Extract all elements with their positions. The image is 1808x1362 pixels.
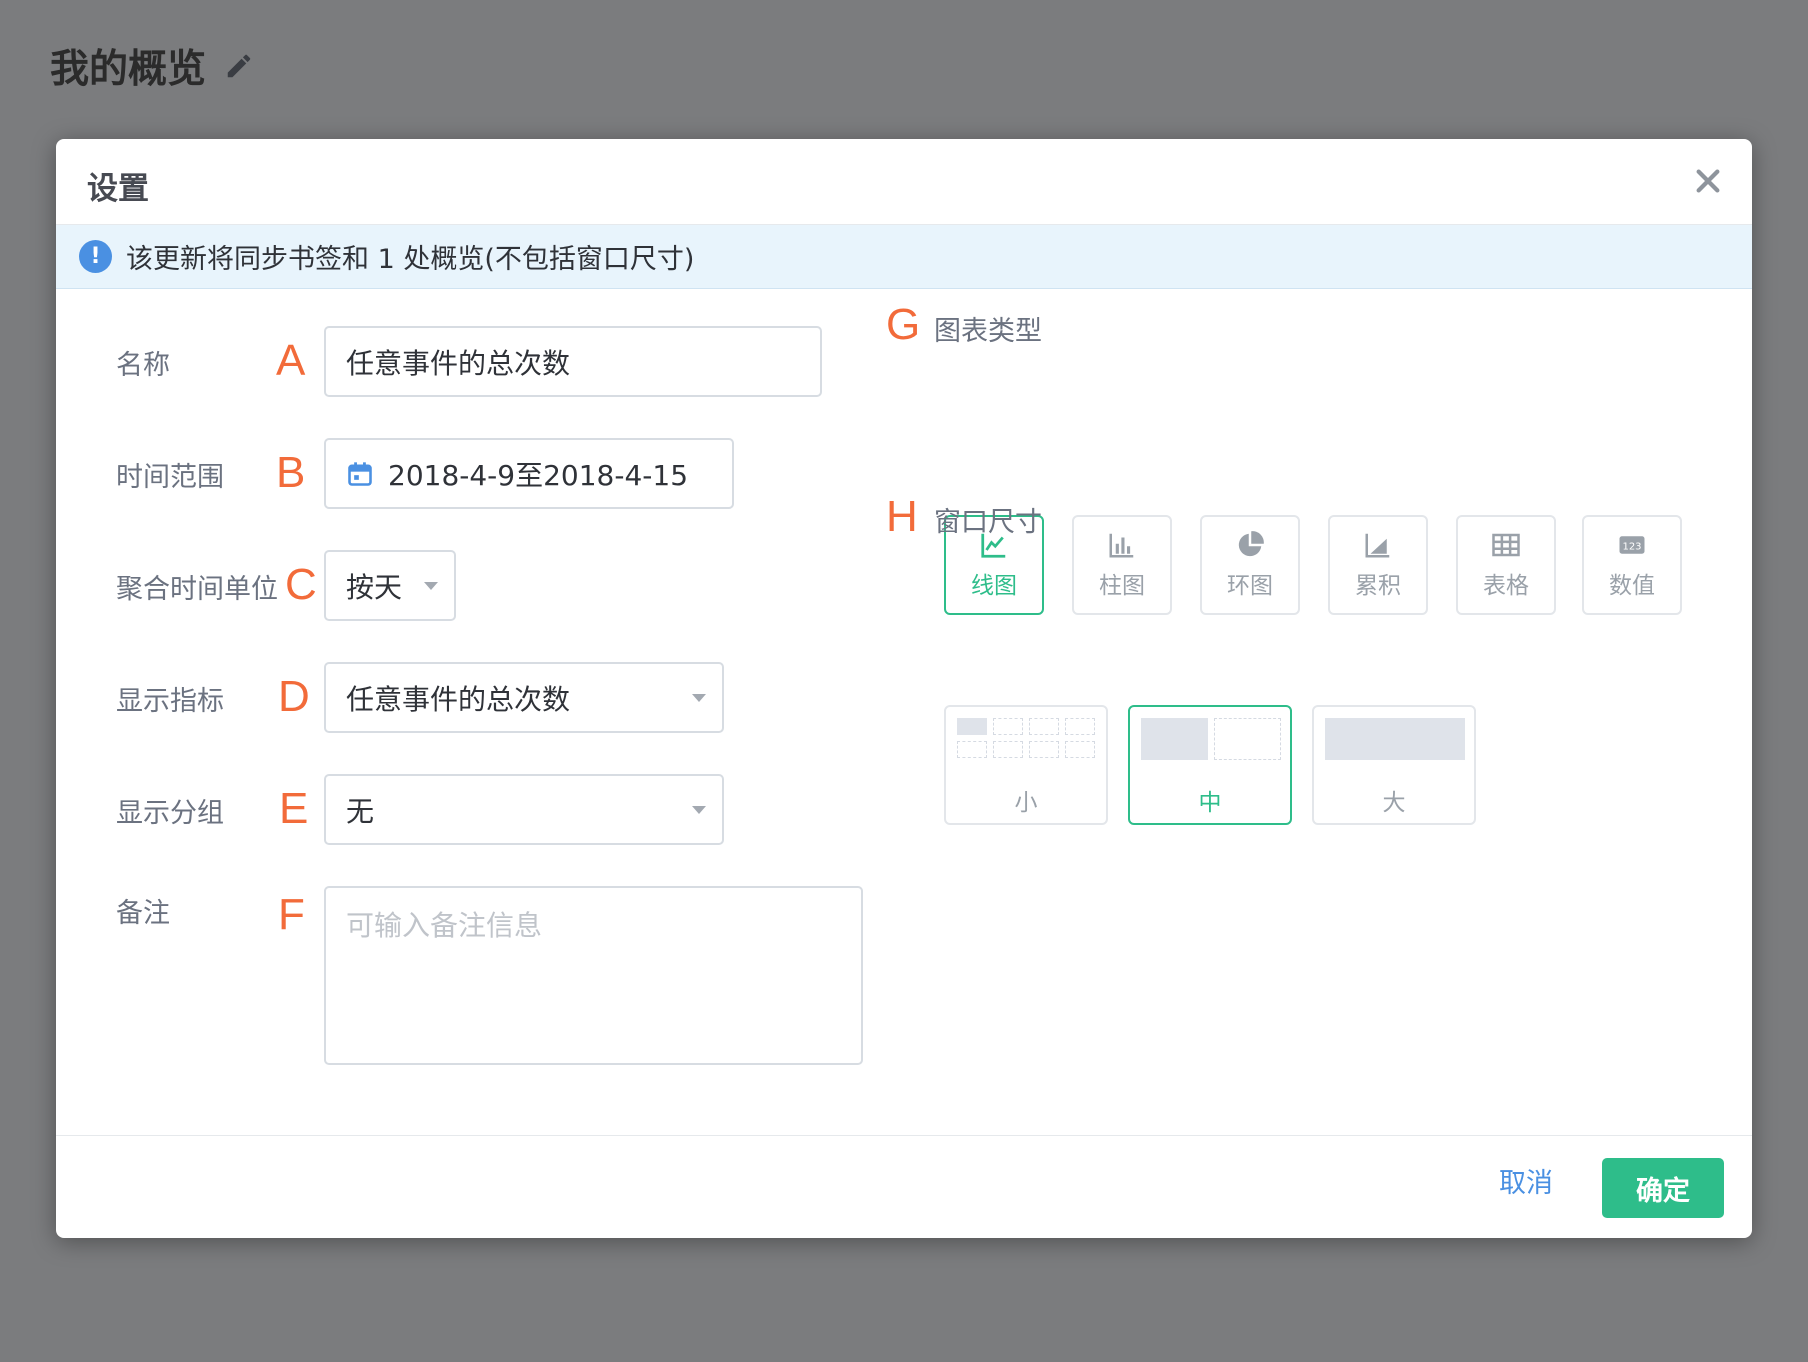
metric-select[interactable]: 任意事件的总次数 bbox=[324, 662, 724, 733]
area-chart-icon bbox=[1365, 533, 1390, 558]
bar-chart-icon bbox=[1109, 533, 1134, 558]
chart-type-label-number: 数值 bbox=[1609, 573, 1655, 599]
window-size-label-large: 大 bbox=[1382, 790, 1406, 816]
close-icon[interactable] bbox=[1692, 165, 1724, 197]
chart-type-label-bar: 柱图 bbox=[1099, 573, 1145, 599]
time-range-value: 2018-4-9至2018-4-15 bbox=[388, 458, 689, 492]
window-size-large[interactable]: 大 bbox=[1312, 705, 1476, 825]
marker-d: D bbox=[278, 672, 310, 721]
ok-button[interactable]: 确定 bbox=[1602, 1158, 1724, 1218]
info-icon: ! bbox=[79, 240, 112, 273]
marker-e: E bbox=[279, 784, 309, 833]
chart-type-label-table: 表格 bbox=[1483, 573, 1529, 599]
agg-unit-select[interactable]: 按天 bbox=[324, 550, 456, 621]
chevron-down-icon bbox=[692, 805, 706, 814]
marker-a: A bbox=[276, 336, 306, 385]
window-size-medium[interactable]: 中 bbox=[1128, 705, 1292, 825]
marker-h: H bbox=[886, 492, 918, 541]
marker-c: C bbox=[285, 560, 317, 609]
notice-text: 该更新将同步书签和 1 处概览(不包括窗口尺寸) bbox=[126, 244, 695, 275]
svg-text:123: 123 bbox=[1622, 541, 1641, 552]
chart-type-label: 图表类型 bbox=[934, 316, 1042, 347]
chart-type-label-area: 累积 bbox=[1355, 573, 1401, 599]
time-range-picker[interactable]: 2018-4-9至2018-4-15 bbox=[324, 438, 734, 509]
group-select[interactable]: 无 bbox=[324, 774, 724, 845]
marker-g: G bbox=[886, 300, 921, 349]
settings-modal: 设置 ! 该更新将同步书签和 1 处概览(不包括窗口尺寸) 名称 A 任意事件的… bbox=[56, 139, 1752, 1238]
chevron-down-icon bbox=[692, 693, 706, 702]
metric-label: 显示指标 bbox=[116, 686, 224, 717]
time-range-label: 时间范围 bbox=[116, 462, 224, 493]
chart-type-number[interactable]: 123 数值 bbox=[1582, 515, 1682, 615]
modal-footer-divider bbox=[56, 1135, 1752, 1136]
chart-type-bar[interactable]: 柱图 bbox=[1072, 515, 1172, 615]
note-label: 备注 bbox=[116, 898, 170, 929]
chart-type-pie[interactable]: 环图 bbox=[1200, 515, 1300, 615]
modal-title: 设置 bbox=[87, 171, 149, 207]
sync-notice: ! 该更新将同步书签和 1 处概览(不包括窗口尺寸) bbox=[56, 225, 1752, 289]
page-title: 我的概览 bbox=[50, 38, 254, 94]
page-title-text: 我的概览 bbox=[50, 47, 207, 92]
name-label: 名称 bbox=[116, 350, 170, 381]
calendar-icon bbox=[348, 461, 372, 486]
note-textarea[interactable]: 可输入备注信息 bbox=[324, 886, 863, 1065]
marker-b: B bbox=[276, 448, 306, 497]
chart-type-label-line: 线图 bbox=[971, 573, 1017, 599]
agg-unit-label: 聚合时间单位 bbox=[116, 574, 278, 605]
name-input[interactable]: 任意事件的总次数 bbox=[324, 326, 822, 397]
marker-f: F bbox=[278, 890, 305, 939]
metric-value: 任意事件的总次数 bbox=[346, 682, 571, 716]
number-icon: 123 bbox=[1619, 536, 1645, 554]
group-value: 无 bbox=[346, 794, 375, 828]
agg-unit-value: 按天 bbox=[346, 570, 403, 604]
modal-header: 设置 bbox=[56, 139, 1752, 225]
window-size-label: 窗口尺寸 bbox=[934, 507, 1042, 538]
chart-type-label-pie: 环图 bbox=[1227, 573, 1273, 599]
window-size-label-medium: 中 bbox=[1198, 790, 1222, 816]
chart-type-area[interactable]: 累积 bbox=[1328, 515, 1428, 615]
window-size-label-small: 小 bbox=[1014, 790, 1038, 816]
chart-type-table[interactable]: 表格 bbox=[1456, 515, 1556, 615]
cancel-button[interactable]: 取消 bbox=[1499, 1161, 1553, 1200]
pie-chart-icon bbox=[1238, 531, 1264, 557]
window-size-small[interactable]: 小 bbox=[944, 705, 1108, 825]
table-icon bbox=[1492, 533, 1520, 557]
chevron-down-icon bbox=[424, 581, 438, 590]
group-label: 显示分组 bbox=[116, 798, 224, 829]
pencil-icon[interactable] bbox=[224, 51, 254, 81]
